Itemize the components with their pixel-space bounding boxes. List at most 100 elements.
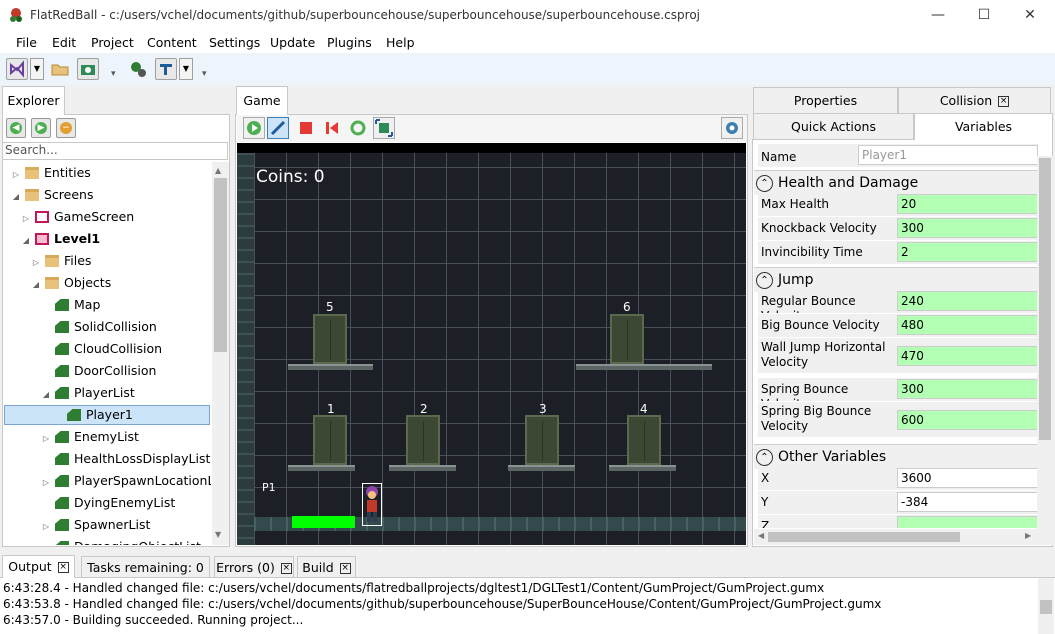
property-value-field[interactable]: -384 xyxy=(897,492,1038,512)
property-value-field[interactable]: 240 xyxy=(897,291,1038,311)
tree-item-player1[interactable]: Player1 xyxy=(4,405,210,425)
menu-project[interactable]: Project xyxy=(91,35,134,50)
tree-item-files[interactable]: ▷ Files xyxy=(3,250,92,274)
tree-item-playerspawnlocationlist[interactable]: ▷ PlayerSpawnLocationList xyxy=(3,470,211,492)
variables-scrollbar[interactable] xyxy=(1037,156,1053,545)
tree-item-objects[interactable]: ◢ Objects xyxy=(3,272,111,294)
open-folder-icon[interactable] xyxy=(49,58,71,80)
expander-icon[interactable]: ▷ xyxy=(31,252,41,274)
door-3[interactable] xyxy=(525,415,559,465)
door-5[interactable] xyxy=(313,314,347,364)
settings-gear-icon[interactable] xyxy=(721,117,743,139)
close-icon[interactable]: × xyxy=(280,563,292,574)
menu-settings[interactable]: Settings xyxy=(209,35,260,50)
collapse-button[interactable]: − xyxy=(56,118,76,138)
tab-explorer[interactable]: Explorer xyxy=(2,86,65,115)
tab-tasks[interactable]: Tasks remaining: 0× xyxy=(81,556,210,595)
expander-icon[interactable]: ◢ xyxy=(31,274,41,296)
play-button[interactable] xyxy=(243,117,265,139)
tree-item-spawnerlist[interactable]: ▷ SpawnerList xyxy=(3,514,150,536)
property-value-field[interactable]: 600 xyxy=(897,410,1038,430)
tab-properties[interactable]: Properties xyxy=(753,87,898,113)
property-value-field[interactable]: 480 xyxy=(897,315,1038,335)
expander-icon[interactable]: ▷ xyxy=(41,428,51,450)
toolbar-overflow-icon-2[interactable]: ▾ xyxy=(202,69,207,79)
tree-item-solidcollision[interactable]: SolidCollision xyxy=(3,316,157,338)
menu-update[interactable]: Update xyxy=(270,35,315,50)
toolbar-overflow-icon[interactable]: ▾ xyxy=(111,69,116,79)
door-2[interactable] xyxy=(406,415,440,465)
tab-game[interactable]: Game xyxy=(236,86,288,115)
collapse-chevron-icon[interactable]: ⌃ xyxy=(756,175,773,192)
door-4[interactable] xyxy=(627,415,661,465)
menu-content[interactable]: Content xyxy=(147,35,197,50)
name-field[interactable]: Player1 xyxy=(858,145,1038,165)
explorer-tree[interactable]: ▷ Entities ◢ Screens ▷ GameScreen ◢ Level1 ▷ File… xyxy=(3,162,211,545)
tree-item-healthlossdisplaylist[interactable]: HealthLossDisplayList xyxy=(3,448,210,470)
gum-tool-icon[interactable] xyxy=(155,58,177,80)
category-header[interactable]: ⌃ Jump xyxy=(754,267,1037,292)
property-value-field[interactable]: 300 xyxy=(897,218,1038,238)
property-value-field[interactable]: 2 xyxy=(897,242,1038,262)
visual-studio-icon[interactable] xyxy=(6,58,28,80)
tree-item-screens[interactable]: ◢ Screens xyxy=(3,184,94,206)
expander-icon[interactable]: ▷ xyxy=(41,516,51,538)
restart-button[interactable] xyxy=(321,117,343,139)
player-sprite[interactable] xyxy=(362,483,382,526)
property-value-field[interactable]: 470 xyxy=(897,346,1038,366)
menu-plugins[interactable]: Plugins xyxy=(327,35,372,50)
gum-dropdown-icon[interactable]: ▼ xyxy=(179,58,193,80)
tab-quick-actions[interactable]: Quick Actions xyxy=(753,113,914,139)
expander-icon[interactable]: ▷ xyxy=(11,164,21,186)
property-value-field[interactable]: 3600 xyxy=(897,468,1038,488)
collapse-chevron-icon[interactable]: ⌃ xyxy=(756,449,773,466)
edit-mode-button[interactable] xyxy=(267,117,289,139)
menu-help[interactable]: Help xyxy=(386,35,415,50)
output-panel[interactable]: 6:43:28.4 - Handled changed file: c:/use… xyxy=(0,577,1055,634)
minimize-button[interactable]: — xyxy=(915,0,961,31)
tree-item-map[interactable]: Map xyxy=(3,294,100,316)
tree-item-damagingobjectlist[interactable]: DamagingObjectList xyxy=(3,536,201,545)
tree-item-playerlist[interactable]: ◢ PlayerList xyxy=(3,382,135,404)
camera-icon[interactable] xyxy=(77,58,99,80)
variables-hscrollbar[interactable]: ◀ ▶ xyxy=(754,529,1037,545)
reload-icon[interactable] xyxy=(347,117,369,139)
property-value-field[interactable]: 300 xyxy=(897,379,1038,399)
tree-item-enemylist[interactable]: ▷ EnemyList xyxy=(3,426,139,448)
back-button[interactable]: ◀ xyxy=(6,118,26,138)
property-value-field[interactable]: 20 xyxy=(897,194,1038,214)
expander-icon[interactable]: ◢ xyxy=(41,384,51,406)
tab-build[interactable]: Build × xyxy=(297,556,356,578)
tab-errors[interactable]: Errors (0) × xyxy=(214,556,294,578)
forward-button[interactable]: ▶ xyxy=(31,118,51,138)
close-icon[interactable]: × xyxy=(57,562,69,573)
door-6[interactable] xyxy=(610,314,644,364)
output-scrollbar[interactable] xyxy=(1038,578,1054,634)
tree-item-doorcollision[interactable]: DoorCollision xyxy=(3,360,156,382)
maximize-button[interactable]: ☐ xyxy=(961,0,1007,31)
collapse-chevron-icon[interactable]: ⌃ xyxy=(756,272,773,289)
close-icon[interactable]: × xyxy=(998,96,1010,107)
glue-plugin-icon[interactable] xyxy=(127,58,149,80)
category-header[interactable]: ⌃ Health and Damage xyxy=(754,170,1037,195)
tab-output[interactable]: Output × xyxy=(2,555,75,578)
search-input[interactable]: Search... xyxy=(2,142,228,160)
menu-edit[interactable]: Edit xyxy=(52,35,76,50)
tree-item-gamescreen[interactable]: ▷ GameScreen xyxy=(3,206,134,228)
tree-item-entities[interactable]: ▷ Entities xyxy=(3,162,91,184)
category-header[interactable]: ⌃ Other Variables xyxy=(754,444,1037,469)
expander-icon[interactable]: ◢ xyxy=(21,230,31,252)
tree-item-level1[interactable]: ◢ Level1 xyxy=(3,228,100,250)
menu-file[interactable]: File xyxy=(16,35,37,50)
expander-icon[interactable]: ▷ xyxy=(21,208,31,230)
close-button[interactable]: ✕ xyxy=(1007,0,1053,31)
tree-item-dyingenemylist[interactable]: DyingEnemyList xyxy=(3,492,175,514)
explorer-scrollbar[interactable]: ▲ ▼ xyxy=(212,162,229,545)
property-value-field[interactable] xyxy=(897,516,1038,528)
close-icon[interactable]: × xyxy=(339,563,351,574)
tab-variables[interactable]: Variables xyxy=(914,113,1053,140)
door-1[interactable] xyxy=(313,415,347,465)
tab-collision[interactable]: Collision × xyxy=(898,87,1051,113)
expander-icon[interactable]: ◢ xyxy=(11,186,21,208)
visual-studio-dropdown-icon[interactable]: ▼ xyxy=(30,58,44,80)
